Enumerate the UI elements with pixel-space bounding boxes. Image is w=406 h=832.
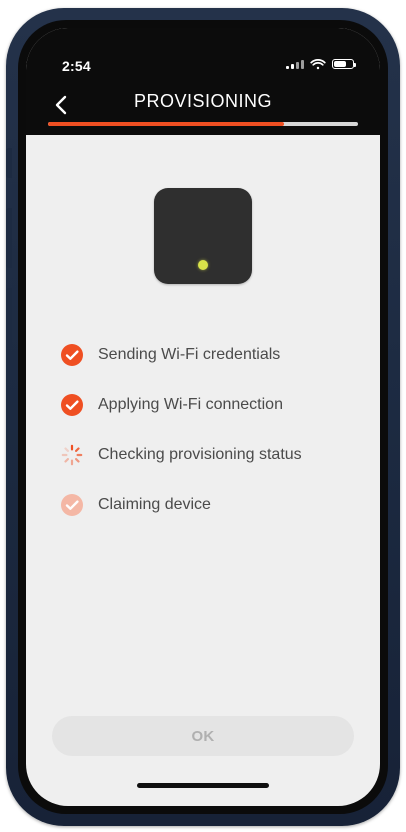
status-time: 2:54 — [62, 58, 91, 74]
battery-level — [334, 61, 346, 67]
step-sending-wifi-credentials: Sending Wi-Fi credentials — [60, 330, 356, 380]
wifi-icon — [310, 59, 326, 70]
home-indicator[interactable] — [137, 783, 269, 788]
ok-button[interactable]: OK — [52, 716, 354, 756]
check-circle-icon — [60, 343, 84, 367]
device-icon — [154, 188, 252, 284]
status-led-icon — [198, 260, 208, 270]
step-checking-provisioning-status: Checking provisioning status — [60, 430, 356, 480]
step-label: Checking provisioning status — [98, 446, 302, 463]
step-label: Applying Wi-Fi connection — [98, 396, 283, 413]
status-icons — [286, 58, 356, 70]
phone-frame: 2:54 PROVISIONING Sending Wi-Fi credenti… — [6, 8, 400, 826]
step-label: Sending Wi-Fi credentials — [98, 346, 281, 363]
side-button-volume-down — [6, 288, 12, 348]
battery-icon — [332, 59, 356, 69]
signal-icon — [286, 59, 304, 69]
app-header: 2:54 PROVISIONING — [26, 28, 380, 135]
phone-bezel: 2:54 PROVISIONING Sending Wi-Fi credenti… — [18, 20, 388, 814]
side-button-volume-up — [6, 208, 12, 268]
page-title: PROVISIONING — [133, 91, 273, 111]
check-circle-faded-icon — [60, 493, 84, 517]
progress-fill — [48, 122, 284, 126]
provisioning-steps: Sending Wi-Fi credentials Applying Wi-Fi… — [60, 330, 356, 530]
step-applying-wifi-connection: Applying Wi-Fi connection — [60, 380, 356, 430]
progress-bar — [48, 122, 358, 126]
check-circle-icon — [60, 393, 84, 417]
step-claiming-device: Claiming device — [60, 480, 356, 530]
step-label: Claiming device — [98, 496, 211, 513]
spinner-icon — [60, 443, 84, 467]
screen: 2:54 PROVISIONING Sending Wi-Fi credenti… — [26, 28, 380, 806]
side-button-silent — [6, 148, 12, 178]
